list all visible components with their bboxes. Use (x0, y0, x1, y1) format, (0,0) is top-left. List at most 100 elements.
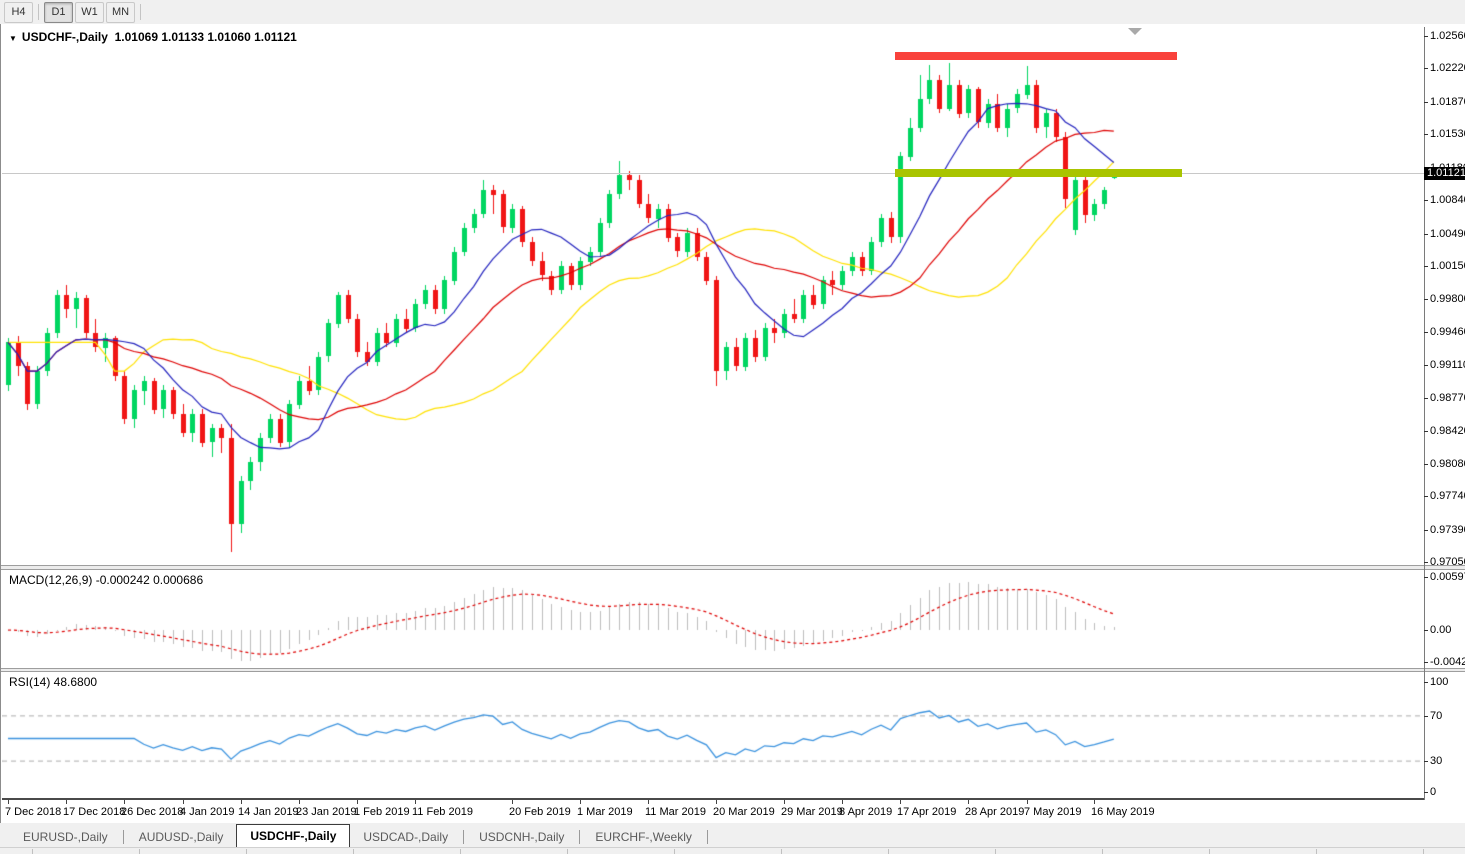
axis-tick (1424, 577, 1428, 578)
date-tick (8, 800, 9, 804)
axis-label: 1.01530 (1430, 128, 1465, 140)
date-tick (299, 800, 300, 804)
rsi-pane: RSI(14) 48.6800 (2, 672, 1424, 800)
status-divider (1102, 849, 1103, 854)
axis-label: 0.00 (1430, 624, 1452, 636)
date-label: 23 Jan 2019 (296, 806, 357, 818)
date-label: 20 Feb 2019 (509, 806, 571, 818)
axis-tick (1424, 496, 1428, 497)
axis-label: 0.99110 (1430, 359, 1465, 371)
date-label: 1 Mar 2019 (577, 806, 633, 818)
axis-label: 0.97390 (1430, 524, 1465, 536)
axis-tick (1424, 716, 1428, 717)
chart-window-left-border (0, 24, 1, 823)
chart-title-quote: 1.01069 1.01133 1.01060 1.01121 (114, 30, 297, 44)
timeframe-button-d1[interactable]: D1 (44, 1, 73, 23)
date-tick (357, 800, 358, 804)
axis-tick (1424, 68, 1428, 69)
axis-label: 0.98080 (1430, 458, 1465, 470)
price-pane: ▼ USDCHF-,Daily 1.01069 1.01133 1.01060 1… (2, 27, 1424, 565)
date-label: 4 Jan 2019 (180, 806, 235, 818)
toolbar-separator (140, 4, 141, 20)
date-label: 17 Dec 2018 (63, 806, 126, 818)
status-divider (567, 849, 568, 854)
chart-shift-marker-icon (1128, 28, 1142, 35)
macd-label: MACD(12,26,9) -0.000242 0.000686 (9, 573, 204, 587)
date-tick (716, 800, 717, 804)
tab-divider (122, 830, 124, 844)
resistance-bar[interactable] (895, 52, 1177, 60)
status-divider (353, 849, 354, 854)
axis-tick (1424, 530, 1428, 531)
date-label: 17 Apr 2019 (897, 806, 957, 818)
date-label: 11 Mar 2019 (645, 806, 706, 818)
axis-tick (1424, 266, 1428, 267)
date-tick (968, 800, 969, 804)
date-tick (512, 800, 513, 804)
axis-label: 30 (1430, 755, 1443, 767)
axis-label: 0.97050 (1430, 556, 1465, 568)
rsi-chart-canvas[interactable] (2, 672, 1424, 798)
timeframe-button-w1[interactable]: W1 (75, 1, 104, 23)
tab-usdcnh-daily[interactable]: USDCNH-,Daily (466, 826, 577, 847)
axis-tick (1424, 36, 1428, 37)
axis-label: 0.99800 (1430, 293, 1465, 305)
date-tick (241, 800, 242, 804)
status-divider (139, 849, 140, 854)
status-divider (888, 849, 889, 854)
tab-usdchf-daily[interactable]: USDCHF-,Daily (236, 824, 351, 847)
status-divider (995, 849, 996, 854)
timeframe-button-h4[interactable]: H4 (4, 1, 33, 23)
chart-window: ▼ USDCHF-,Daily 1.01069 1.01133 1.01060 1… (0, 24, 1465, 823)
tab-usdcad-daily[interactable]: USDCAD-,Daily (350, 826, 461, 847)
price-chart-canvas[interactable] (2, 27, 1424, 565)
date-label: 16 May 2019 (1091, 806, 1155, 818)
current-price-tag: 1.01121 (1424, 167, 1465, 180)
axis-label: 1.02560 (1430, 30, 1465, 42)
date-tick (415, 800, 416, 804)
tab-audusd-daily[interactable]: AUDUSD-,Daily (126, 826, 237, 847)
date-tick (1094, 800, 1095, 804)
status-divider (1423, 849, 1424, 854)
date-tick (648, 800, 649, 804)
macd-pane: MACD(12,26,9) -0.000242 0.000686 (2, 570, 1424, 668)
axis-tick (1424, 562, 1428, 563)
tab-divider (463, 830, 465, 844)
date-label: 1 Feb 2019 (354, 806, 410, 818)
timeframe-button-mn[interactable]: MN (106, 1, 135, 23)
date-tick (580, 800, 581, 804)
axis-label: 0.98420 (1430, 425, 1465, 437)
terminal-screen: H4 D1 W1 MN ▼ USDCHF-,Daily 1.01069 1.01133 … (0, 0, 1465, 854)
status-divider (1209, 849, 1210, 854)
axis-tick (1424, 662, 1428, 663)
macd-chart-canvas[interactable] (2, 570, 1424, 668)
tab-eurusd-daily[interactable]: EURUSD-,Daily (10, 826, 121, 847)
date-axis[interactable]: 7 Dec 2018 17 Dec 2018 26 Dec 2018 4 Jan 20… (0, 800, 1465, 823)
price-axis-border (1424, 27, 1425, 800)
symbol-dropdown-icon[interactable]: ▼ (9, 34, 17, 43)
axis-tick (1424, 102, 1428, 103)
timeframe-toolbar: H4 D1 W1 MN (0, 0, 1465, 24)
axis-label: 0.97740 (1430, 490, 1465, 502)
axis-tick (1424, 299, 1428, 300)
axis-label: -0.004243 (1430, 656, 1465, 668)
date-label: 26 Dec 2018 (121, 806, 184, 818)
axis-tick (1424, 200, 1428, 201)
axis-label: 0.99460 (1430, 326, 1465, 338)
date-label: 28 Apr 2019 (965, 806, 1025, 818)
axis-label: 1.00150 (1430, 260, 1465, 272)
chart-title: ▼ USDCHF-,Daily 1.01069 1.01133 1.01060 1… (9, 30, 297, 44)
date-label: 8 Apr 2019 (839, 806, 893, 818)
date-tick (1027, 800, 1028, 804)
axis-tick (1424, 134, 1428, 135)
axis-tick (1424, 761, 1428, 762)
date-label: 11 Feb 2019 (412, 806, 473, 818)
date-label: 7 Dec 2018 (5, 806, 62, 818)
axis-label: 0.98770 (1430, 392, 1465, 404)
axis-tick (1424, 630, 1428, 631)
tab-eurchf-weekly[interactable]: EURCHF-,Weekly (582, 826, 704, 847)
date-tick (66, 800, 67, 804)
status-divider (246, 849, 247, 854)
tab-divider (706, 830, 708, 844)
support-bar[interactable] (895, 169, 1182, 177)
